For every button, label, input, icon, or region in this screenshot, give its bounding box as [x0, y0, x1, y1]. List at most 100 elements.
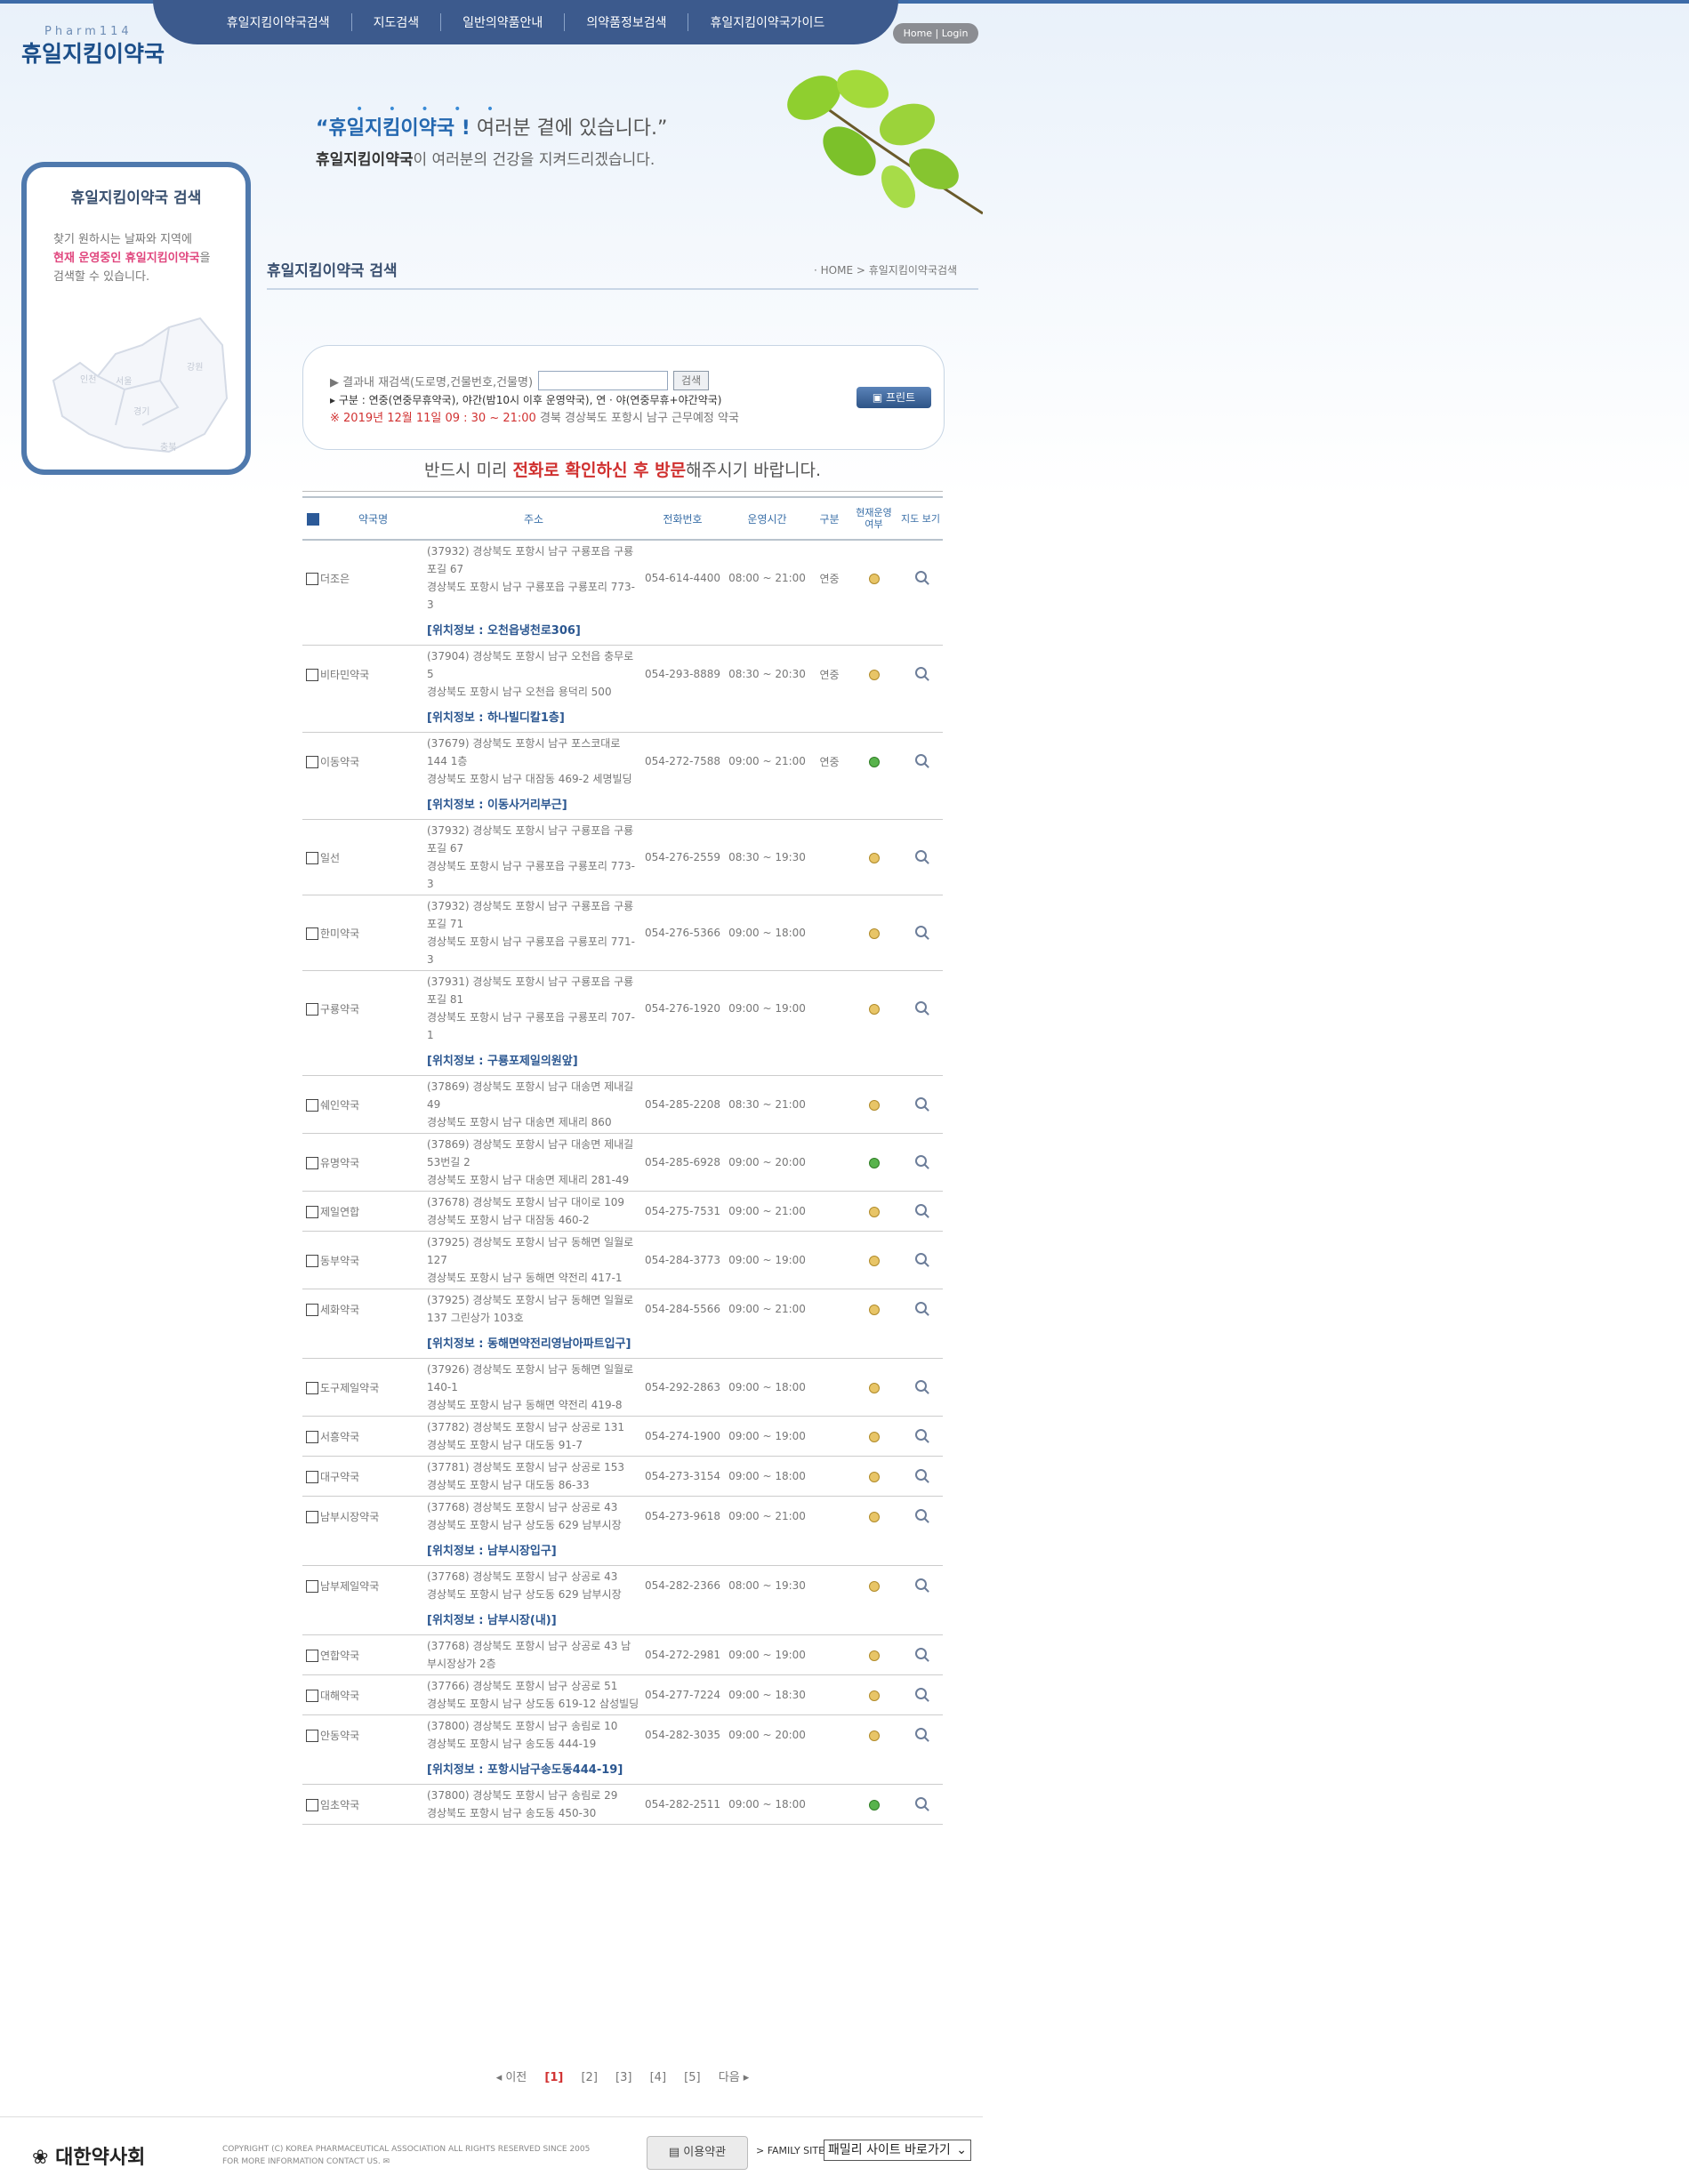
- chevron-down-icon: ⌄: [956, 2143, 967, 2157]
- type-cell: 연중: [819, 668, 840, 681]
- map-label-chungbuk: 충북: [160, 442, 176, 453]
- magnifier-icon[interactable]: [914, 571, 927, 582]
- magnifier-icon[interactable]: [914, 667, 927, 678]
- magnifier-icon[interactable]: [914, 1469, 927, 1481]
- road-address: (37931) 경상북도 포항시 남구 구룡포읍 구룡포길 81: [427, 976, 634, 1006]
- map-cell: [898, 733, 943, 791]
- re-search-button[interactable]: 검색: [673, 371, 710, 390]
- location-info-row: [위치정보 : 구룡포제일의원앞]: [302, 1046, 943, 1076]
- row-checkbox[interactable]: [306, 573, 318, 585]
- row-checkbox[interactable]: [306, 756, 318, 768]
- site-logo[interactable]: Pharm114 휴일지킴이약국: [21, 25, 165, 68]
- page-link-4[interactable]: [4]: [643, 2071, 673, 2084]
- lot-address: 경상북도 포항시 남구 동해면 약전리 419-8: [427, 1399, 623, 1411]
- next-page-link[interactable]: 다음 ▸: [712, 2071, 757, 2084]
- row-checkbox[interactable]: [306, 1431, 318, 1443]
- status-dot-icon: [868, 1799, 880, 1811]
- pharmacy-name: 세화약국: [320, 1303, 360, 1316]
- status-cell: [849, 971, 898, 1047]
- magnifier-icon[interactable]: [914, 1429, 927, 1441]
- home-login-button[interactable]: Home | Login: [893, 23, 978, 44]
- header-phone: 전화번호: [640, 496, 725, 541]
- header-type: 구분: [809, 496, 849, 541]
- phone-cell: 054-285-2208: [640, 1075, 725, 1134]
- table-row: 한미약국 (37932) 경상북도 포항시 남구 구룡포읍 구룡포길 71 경상북도…: [302, 895, 943, 971]
- page-link-1[interactable]: [1]: [537, 2071, 570, 2084]
- phone-cell: 054-292-2863: [640, 1358, 725, 1417]
- hours-cell: 09:00 ~ 20:00: [725, 1133, 809, 1192]
- prev-page-link[interactable]: ◂ 이전: [489, 2071, 535, 2084]
- hours-cell: 08:00 ~ 21:00: [728, 572, 806, 584]
- pharmacy-name-cell: 남부제일약국: [302, 1566, 427, 1606]
- nav-pharmacy-search[interactable]: 휴일지킴이약국검색: [205, 13, 352, 31]
- type-cell: [809, 1133, 849, 1192]
- nav-pharmacy-guide[interactable]: 휴일지킴이약국가이드: [688, 13, 846, 31]
- re-search-row: ▶ 결과내 재검색(도로명,건물번호,건물명) 검색: [330, 371, 710, 390]
- address-cell: (37932) 경상북도 포항시 남구 구룡포읍 구룡포길 71 경상북도 포항시…: [427, 895, 640, 971]
- row-checkbox[interactable]: [306, 1206, 318, 1218]
- pharmacy-name: 일선: [320, 851, 341, 864]
- magnifier-icon[interactable]: [914, 1728, 927, 1739]
- page-link-5[interactable]: [5]: [677, 2071, 707, 2084]
- row-checkbox[interactable]: [306, 1511, 318, 1523]
- breadcrumb: · HOME > 휴일지킴이약국검색: [814, 264, 958, 277]
- map-cell: [898, 1358, 943, 1417]
- row-checkbox[interactable]: [306, 1304, 318, 1316]
- terms-button[interactable]: ▤ 이용약관: [647, 2136, 748, 2170]
- magnifier-icon[interactable]: [914, 1509, 927, 1521]
- table-row: 남부시장약국 (37768) 경상북도 포항시 남구 상공로 43 경상북도 포항시…: [302, 1497, 943, 1537]
- row-checkbox[interactable]: [306, 1799, 318, 1811]
- type-legend: ▸ 구분 : 연중(연중무휴약국), 야간(밤10시 이후 운영약국), 연 ·…: [330, 394, 722, 406]
- row-checkbox[interactable]: [306, 852, 318, 864]
- row-checkbox[interactable]: [306, 1099, 318, 1112]
- row-checkbox[interactable]: [306, 1730, 318, 1742]
- magnifier-icon[interactable]: [914, 1797, 927, 1809]
- row-checkbox[interactable]: [306, 1382, 318, 1394]
- family-site-select[interactable]: 패밀리 사이트 바로가기 ⌄: [824, 2140, 971, 2161]
- magnifier-icon[interactable]: [914, 754, 927, 766]
- magnifier-icon[interactable]: [914, 1097, 927, 1109]
- magnifier-icon[interactable]: [914, 1648, 927, 1659]
- select-all-checkbox[interactable]: [307, 513, 319, 526]
- row-checkbox[interactable]: [306, 1650, 318, 1662]
- road-address: (37781) 경상북도 포항시 남구 상공로 153: [427, 1461, 624, 1473]
- magnifier-icon[interactable]: [914, 1204, 927, 1216]
- nav-drug-info[interactable]: 의약품정보검색: [565, 13, 689, 31]
- table-row: 서흥약국 (37782) 경상북도 포항시 남구 상공로 131 경상북도 포항시 …: [302, 1416, 943, 1457]
- re-search-input[interactable]: [538, 371, 669, 390]
- row-checkbox[interactable]: [306, 1580, 318, 1593]
- magnifier-icon[interactable]: [914, 1001, 927, 1013]
- magnifier-icon[interactable]: [914, 1302, 927, 1313]
- row-checkbox[interactable]: [306, 1255, 318, 1267]
- address-cell: (37932) 경상북도 포항시 남구 구룡포읍 구룡포길 67 경상북도 포항시…: [427, 540, 640, 615]
- magnifier-icon[interactable]: [914, 926, 927, 937]
- row-checkbox[interactable]: [306, 927, 318, 940]
- copyright-line2-text: FOR MORE INFORMATION CONTACT US.: [222, 2157, 381, 2166]
- row-checkbox[interactable]: [306, 1003, 318, 1016]
- lot-address: 경상북도 포항시 남구 대잠동 460-2: [427, 1214, 590, 1226]
- table-header-row: 약국명 주소 전화번호 운영시간 구분 현재운영 여부 지도 보기: [302, 496, 943, 541]
- row-checkbox[interactable]: [306, 1157, 318, 1169]
- row-checkbox[interactable]: [306, 1690, 318, 1702]
- nav-otc-guide[interactable]: 일반의약품안내: [441, 13, 566, 31]
- mail-icon[interactable]: ✉: [383, 2157, 390, 2166]
- nav-map-search[interactable]: 지도검색: [352, 13, 442, 31]
- row-checkbox[interactable]: [306, 1471, 318, 1483]
- location-info-row: [위치정보 : 남부시장(내)]: [302, 1605, 943, 1635]
- magnifier-icon[interactable]: [914, 850, 927, 862]
- address-cell: (37766) 경상북도 포항시 남구 상공로 51 경상북도 포항시 남구 상도…: [427, 1674, 640, 1715]
- page-link-3[interactable]: [3]: [608, 2071, 639, 2084]
- table-row: 안동약국 (37800) 경상북도 포항시 남구 송림로 10 경상북도 포항시 남…: [302, 1715, 943, 1755]
- magnifier-icon[interactable]: [914, 1578, 927, 1590]
- magnifier-icon[interactable]: [914, 1155, 927, 1167]
- content-area: Pharm114 휴일지킴이약국 휴일지킴이약국검색 지도검색 일반의약품안내 …: [0, 0, 983, 2184]
- magnifier-icon[interactable]: [914, 1688, 927, 1699]
- lot-address: 경상북도 포항시 남구 오천읍 용덕리 500: [427, 686, 612, 698]
- row-checkbox[interactable]: [306, 669, 318, 681]
- type-cell: [809, 1191, 849, 1232]
- magnifier-icon[interactable]: [914, 1380, 927, 1392]
- page-link-2[interactable]: [2]: [574, 2071, 604, 2084]
- print-button[interactable]: ▣ 프린트: [857, 387, 931, 408]
- map-cell: [898, 1674, 943, 1715]
- magnifier-icon[interactable]: [914, 1253, 927, 1265]
